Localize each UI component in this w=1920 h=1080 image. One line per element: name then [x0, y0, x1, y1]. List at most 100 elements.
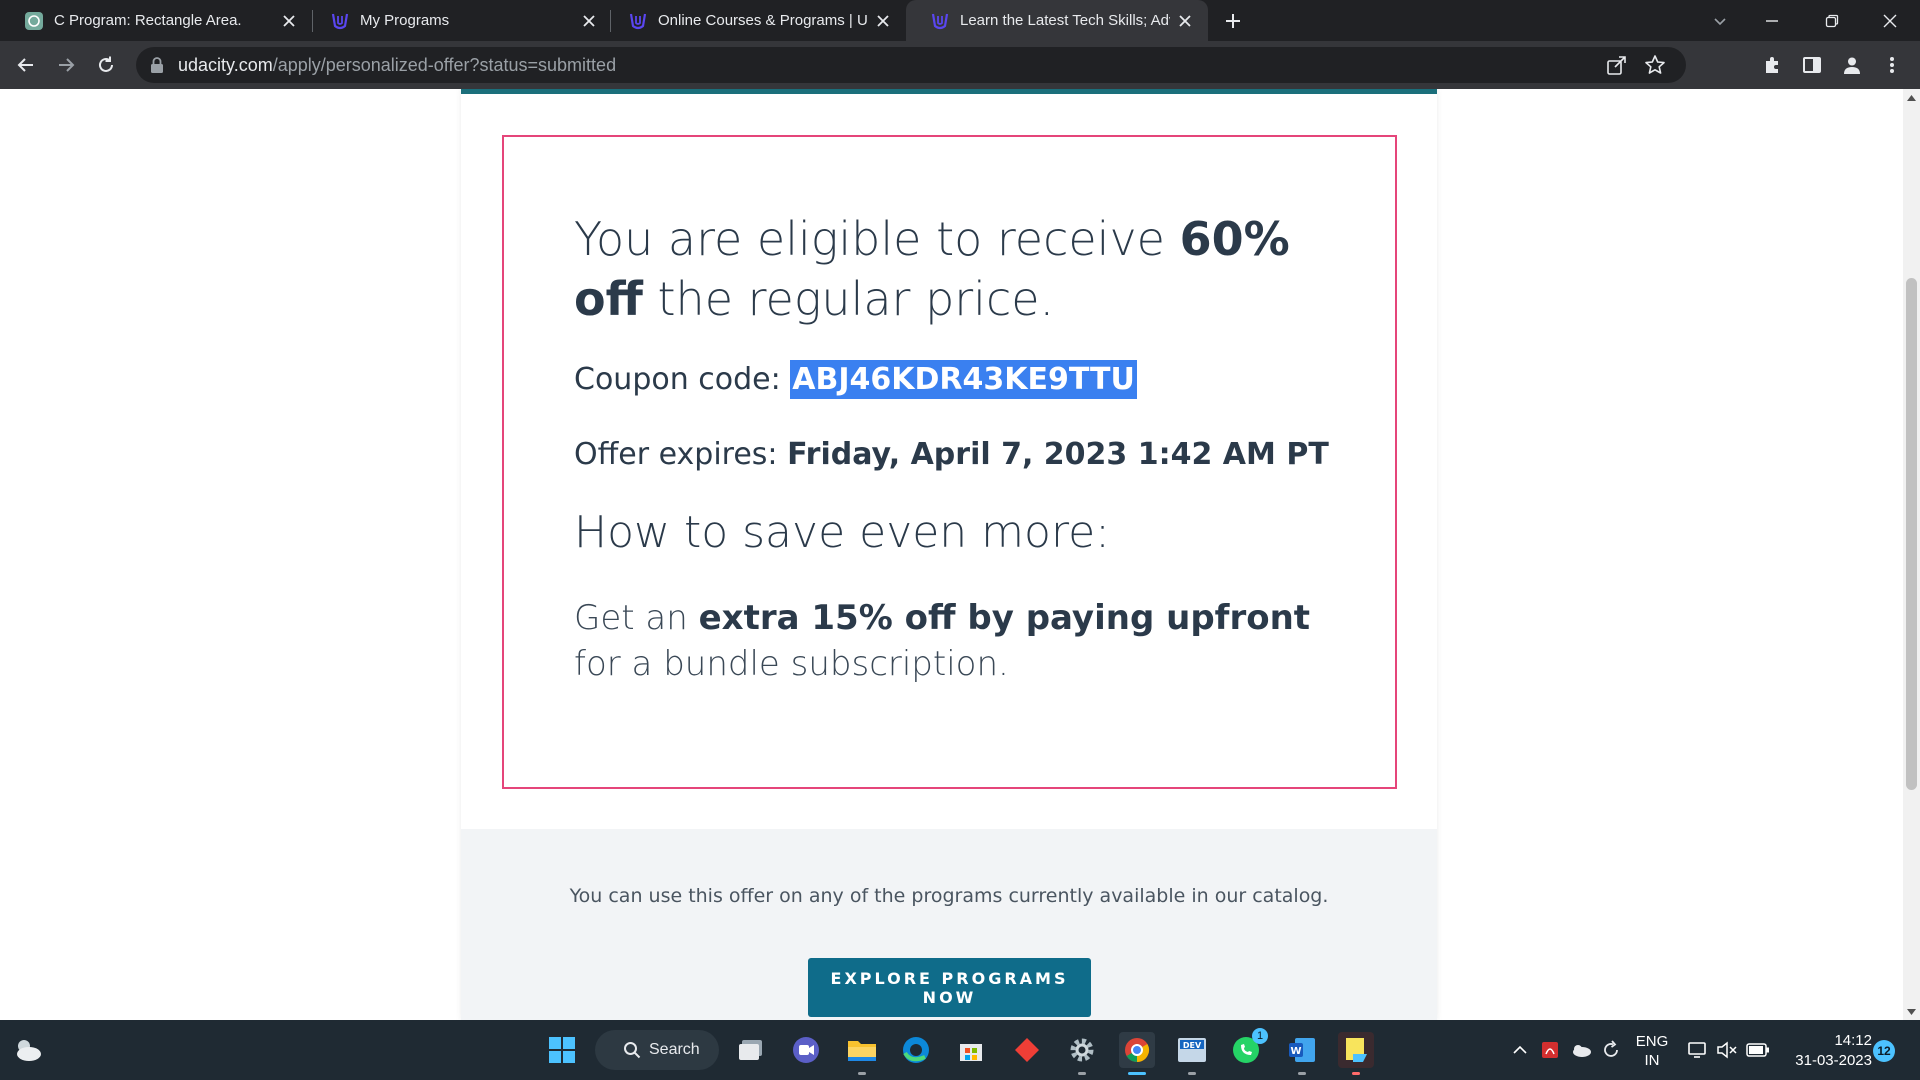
menu-button[interactable] — [1876, 49, 1908, 81]
star-icon[interactable] — [1644, 54, 1666, 81]
arrow-left-icon — [17, 58, 33, 72]
restore-icon — [1825, 14, 1839, 27]
page-scrollbar[interactable] — [1903, 89, 1920, 1020]
sticky-notes-icon[interactable] — [1338, 1032, 1374, 1075]
url-text[interactable]: udacity.com/apply/personalized-offer?sta… — [178, 55, 616, 76]
edge-icon[interactable] — [898, 1032, 934, 1068]
tab-learn-tech-skills[interactable]: Learn the Latest Tech Skills; Advance Yo… — [906, 0, 1208, 41]
tab-my-programs[interactable]: My Programs — [306, 0, 612, 41]
tab-title: Learn the Latest Tech Skills; Advance Yo… — [960, 12, 1170, 29]
expiry-date: Friday, April 7, 2023 1:42 AM PT — [787, 437, 1329, 472]
close-icon[interactable] — [574, 6, 604, 36]
close-icon[interactable] — [1170, 6, 1200, 36]
browser-toolbar: udacity.com/apply/personalized-offer?sta… — [0, 41, 1920, 89]
windows-taskbar: Search DEV 1 W ENG IN 14:12 31-03-2023 1… — [0, 1020, 1920, 1080]
offer-card: You are eligible to receive 60% off the … — [461, 89, 1437, 1020]
offer-box: You are eligible to receive 60% off the … — [502, 135, 1397, 789]
new-tab-button[interactable] — [1218, 6, 1248, 36]
upfront-tip: Get an extra 15% off by paying upfront f… — [574, 595, 1364, 687]
sync-tray-icon[interactable] — [1598, 1020, 1624, 1080]
scroll-up-arrow[interactable] — [1903, 89, 1920, 106]
acrobat-tray-icon[interactable] — [1538, 1020, 1562, 1080]
notification-count-badge[interactable]: 12 — [1873, 1040, 1895, 1062]
side-panel-icon — [1803, 57, 1821, 73]
close-icon — [1883, 14, 1897, 27]
arrow-right-icon — [59, 58, 75, 72]
close-icon[interactable] — [274, 6, 304, 36]
minimize-icon — [1766, 19, 1778, 22]
explore-programs-button[interactable]: EXPLORE PROGRAMS NOW — [808, 958, 1091, 1017]
card-accent-bar — [461, 89, 1437, 94]
tab-c-program[interactable]: C Program: Rectangle Area. — [0, 0, 312, 41]
page-viewport: You are eligible to receive 60% off the … — [0, 89, 1903, 1020]
file-explorer-icon[interactable] — [844, 1032, 880, 1075]
search-icon — [624, 1042, 641, 1059]
tab-title: My Programs — [360, 12, 450, 29]
show-hidden-icons[interactable] — [1508, 1020, 1532, 1080]
extensions-button[interactable] — [1756, 49, 1788, 81]
devcpp-icon[interactable]: DEV — [1174, 1032, 1210, 1075]
save-more-heading: How to save even more: — [574, 507, 1110, 558]
clock-time: 14:12 — [1834, 1032, 1872, 1049]
meet-icon[interactable] — [788, 1032, 824, 1068]
share-icon[interactable] — [1606, 54, 1628, 81]
forward-button[interactable] — [50, 49, 82, 81]
svg-text:W: W — [1290, 1046, 1301, 1057]
tip-text: Get an — [574, 598, 699, 638]
side-panel-button[interactable] — [1796, 49, 1828, 81]
udacity-icon — [930, 11, 950, 31]
taskbar-clock[interactable]: 14:12 31-03-2023 — [1782, 1031, 1872, 1071]
browser-tab-strip: C Program: Rectangle Area. My Programs O… — [0, 0, 1920, 41]
lock-icon[interactable] — [150, 56, 164, 79]
onedrive-tray-icon[interactable] — [1568, 1020, 1594, 1080]
tab-search-button[interactable] — [1694, 0, 1746, 41]
headline-text-end: the regular price. — [642, 272, 1055, 326]
close-window-button[interactable] — [1864, 0, 1916, 41]
back-button[interactable] — [10, 49, 42, 81]
scroll-down-arrow[interactable] — [1903, 1003, 1920, 1020]
weather-icon[interactable] — [10, 1032, 46, 1068]
volume-muted-icon[interactable] — [1714, 1020, 1740, 1080]
reload-button[interactable] — [90, 49, 122, 81]
plus-icon — [1226, 14, 1240, 28]
headline-text: You are eligible to receive — [574, 212, 1180, 266]
language-indicator[interactable]: ENG IN — [1632, 1032, 1672, 1070]
whatsapp-icon[interactable]: 1 — [1228, 1028, 1268, 1068]
kebab-menu-icon — [1890, 57, 1894, 73]
word-icon[interactable]: W — [1284, 1032, 1320, 1075]
url-host: udacity.com — [178, 55, 273, 75]
chevron-up-icon — [1513, 1045, 1527, 1054]
coupon-code[interactable]: ABJ46KDR43KE9TTU — [790, 360, 1137, 399]
catalog-note: You can use this offer on any of the pro… — [569, 885, 1329, 907]
reload-icon — [99, 56, 113, 72]
settings-icon[interactable] — [1064, 1032, 1100, 1075]
taskbar-search[interactable]: Search — [595, 1030, 719, 1070]
catalog-section: You can use this offer on any of the pro… — [461, 829, 1437, 1020]
udacity-icon — [628, 11, 648, 31]
tip-highlight: extra 15% off by paying upfront — [698, 598, 1311, 638]
network-icon[interactable] — [1686, 1020, 1710, 1080]
tab-online-courses[interactable]: Online Courses & Programs | Udacity — [604, 0, 906, 41]
tab-title: C Program: Rectangle Area. — [54, 12, 242, 29]
tip-text-end: for a bundle subscription. — [574, 644, 1009, 684]
restore-button[interactable] — [1806, 0, 1858, 41]
start-button[interactable] — [544, 1032, 580, 1068]
close-icon[interactable] — [868, 6, 898, 36]
svg-text:DEV: DEV — [1183, 1041, 1202, 1050]
expiry-label: Offer expires: — [574, 437, 788, 472]
person-icon — [1844, 57, 1860, 74]
scrollbar-thumb[interactable] — [1906, 278, 1917, 790]
store-icon[interactable] — [953, 1032, 989, 1068]
minimize-button[interactable] — [1746, 0, 1798, 41]
task-view-icon[interactable] — [734, 1032, 770, 1068]
profile-button[interactable] — [1836, 49, 1868, 81]
search-label: Search — [649, 1041, 700, 1058]
chrome-icon[interactable] — [1119, 1032, 1155, 1075]
anydesk-icon[interactable] — [1009, 1032, 1045, 1068]
clock-date: 31-03-2023 — [1795, 1052, 1872, 1069]
battery-icon[interactable] — [1744, 1020, 1772, 1080]
puzzle-icon — [1766, 57, 1778, 73]
udacity-icon — [330, 11, 350, 31]
address-bar[interactable]: udacity.com/apply/personalized-offer?sta… — [136, 47, 1686, 83]
url-path: /apply/personalized-offer?status=submitt… — [272, 55, 617, 75]
